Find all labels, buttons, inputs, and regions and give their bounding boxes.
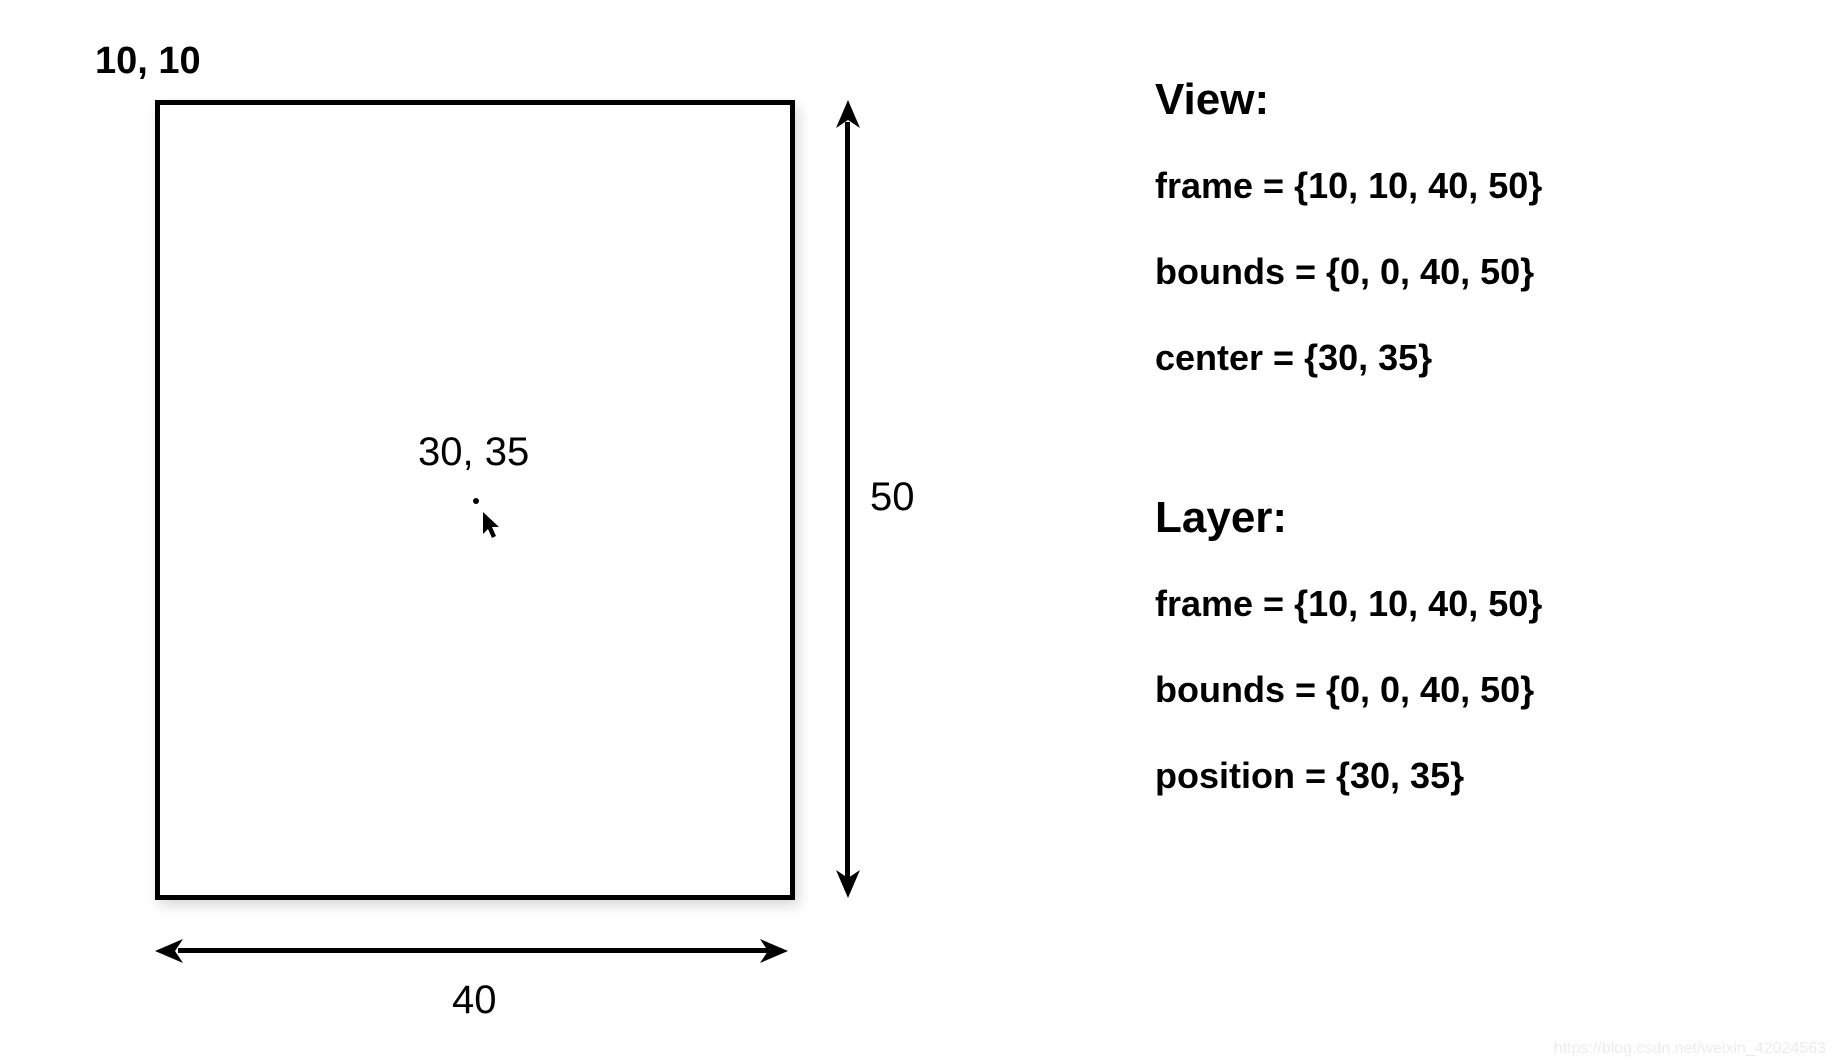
cursor-icon [480, 510, 502, 545]
view-bounds-value: bounds = {0, 0, 40, 50} [1155, 251, 1542, 293]
center-point-dot [473, 498, 479, 504]
center-coordinate-label: 30, 35 [418, 430, 529, 475]
watermark-text: https://blog.csdn.net/weixin_42024563 [1554, 1040, 1826, 1058]
height-dimension-label: 50 [870, 475, 915, 520]
width-dimension-label: 40 [452, 978, 497, 1023]
view-center-value: center = {30, 35} [1155, 337, 1542, 379]
layer-position-value: position = {30, 35} [1155, 755, 1542, 797]
layer-bounds-value: bounds = {0, 0, 40, 50} [1155, 669, 1542, 711]
height-arrow-down-icon [836, 870, 860, 903]
info-panel: View: frame = {10, 10, 40, 50} bounds = … [1155, 75, 1542, 841]
origin-coordinate-label: 10, 10 [95, 40, 201, 83]
layer-frame-value: frame = {10, 10, 40, 50} [1155, 583, 1542, 625]
height-arrow-up-icon [836, 100, 860, 133]
diagram-container: 10, 10 30, 35 50 40 View: frame = {10, 1… [0, 0, 1836, 1064]
view-heading: View: [1155, 75, 1542, 125]
layer-heading: Layer: [1155, 493, 1542, 543]
width-arrow-right-icon [760, 939, 788, 968]
width-arrow-left-icon [155, 939, 183, 968]
height-dimension-line [845, 122, 850, 882]
view-frame-value: frame = {10, 10, 40, 50} [1155, 165, 1542, 207]
width-dimension-line [178, 948, 778, 953]
